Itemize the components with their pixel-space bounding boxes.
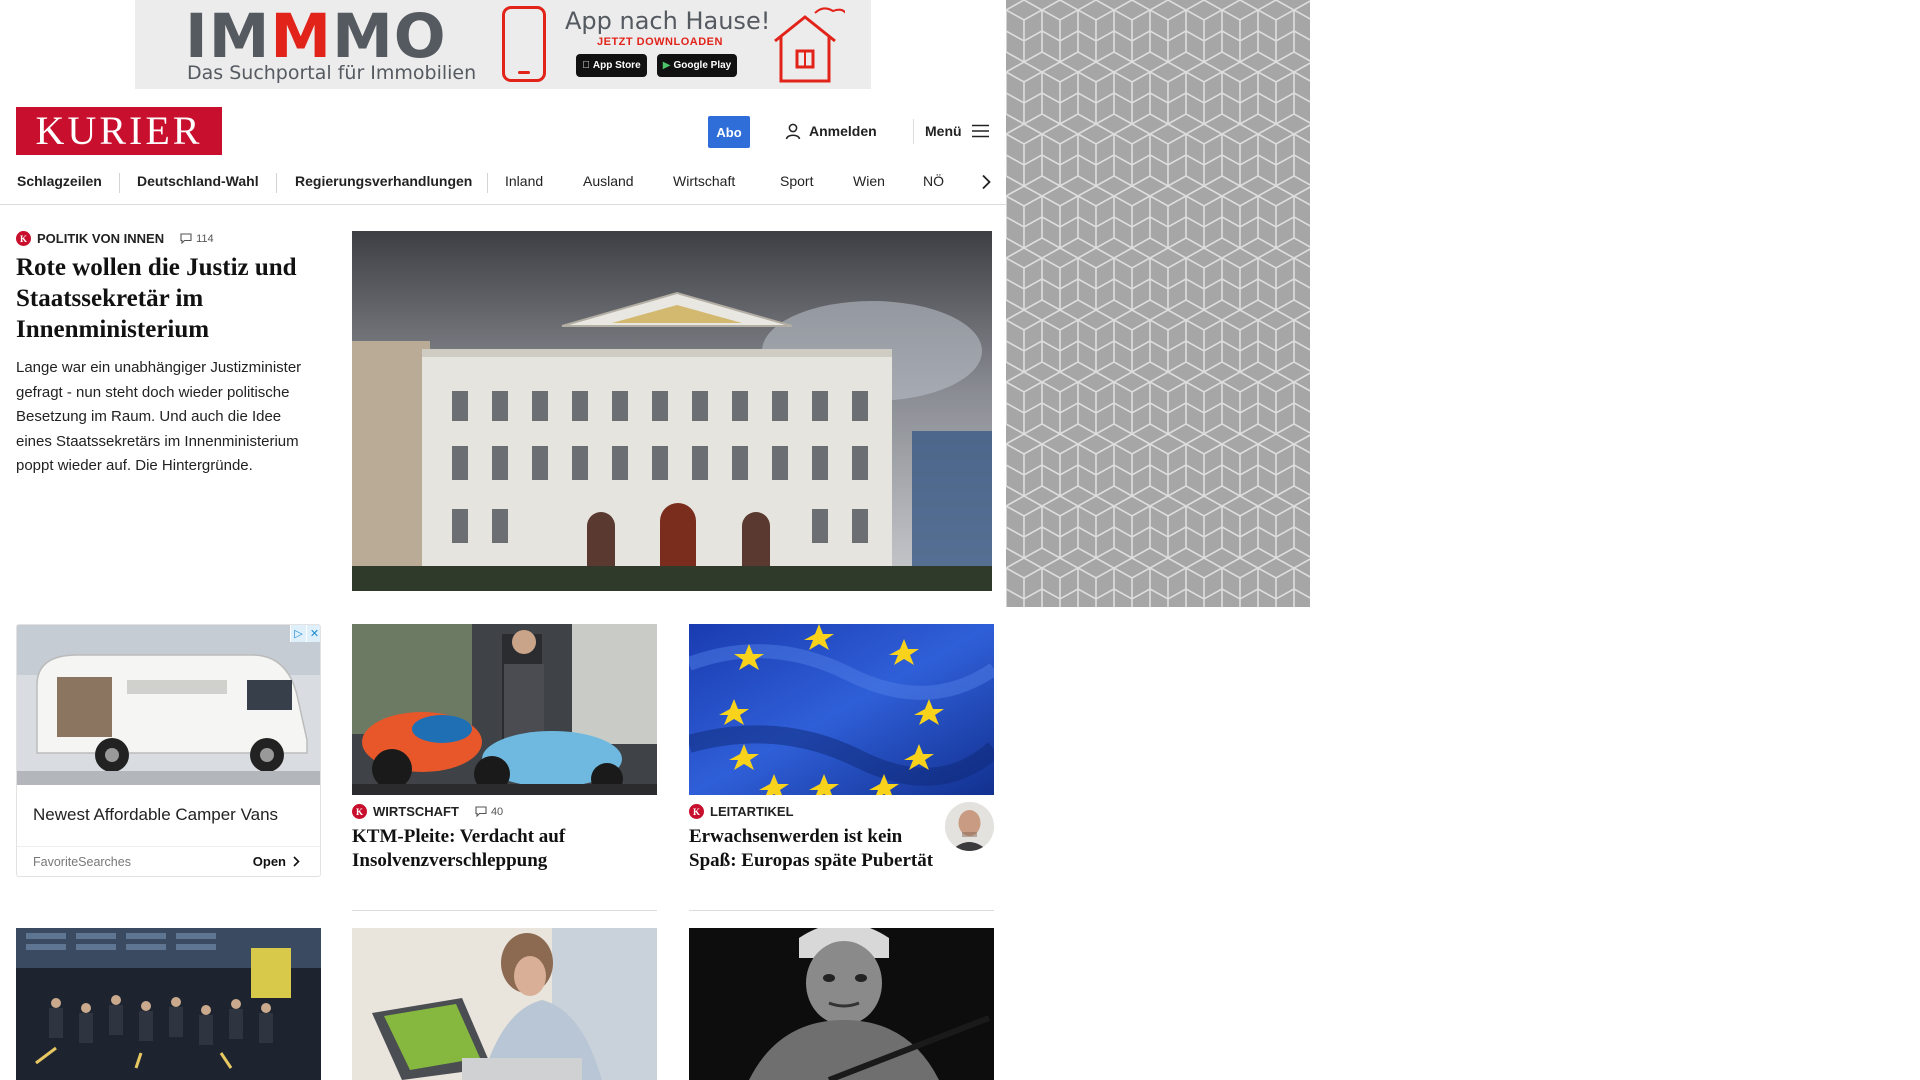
card-divider (352, 910, 657, 911)
nav-scroll-right-button[interactable] (975, 170, 997, 194)
native-ad-title[interactable]: Newest Affordable Camper Vans (33, 805, 278, 825)
nav-item-wirtschaft[interactable]: Wirtschaft (673, 173, 735, 189)
skyscraper-ad[interactable] (1006, 0, 1310, 607)
house-icon (774, 7, 845, 83)
nav-item-schlagzeilen[interactable]: Schlagzeilen (17, 173, 102, 189)
section-nav: Schlagzeilen Deutschland-Wahl Regierungs… (0, 162, 1006, 205)
ad-headline: App nach Hause! (565, 7, 771, 35)
leitartikel-headline[interactable]: Erwachsenwerden ist kein Spaß: Europas s… (689, 825, 939, 873)
leitartikel-kicker[interactable]: K LEITARTIKEL (689, 804, 794, 819)
author-avatar[interactable] (945, 802, 994, 851)
laptop-article-image[interactable] (352, 928, 657, 1080)
ad-tagline: Das Suchportal für Immobilien (187, 62, 477, 84)
abo-button[interactable]: Abo (708, 116, 750, 148)
comment-count[interactable]: 114 (180, 233, 214, 245)
nav-separator (487, 173, 488, 193)
close-icon[interactable]: ✕ (306, 625, 320, 642)
adchoices-badge[interactable]: ▷ ✕ (290, 625, 320, 642)
hamburger-icon (971, 124, 989, 138)
nav-item-regierungsverhandlungen[interactable]: Regierungsverhandlungen (295, 173, 472, 189)
play-icon: ▶ (662, 60, 671, 71)
nav-item-sport[interactable]: Sport (780, 173, 813, 189)
comment-icon (475, 806, 487, 817)
phone-icon (502, 6, 546, 82)
user-icon (785, 123, 801, 139)
adchoices-icon: ▷ (290, 625, 306, 642)
comment-count[interactable]: 40 (475, 806, 503, 818)
nav-item-wien[interactable]: Wien (853, 173, 885, 189)
native-ad-card[interactable]: ▷ ✕ Newest Affordable Camper Vans Favori… (16, 624, 321, 877)
nav-separator (276, 173, 277, 193)
kurier-k-icon: K (16, 231, 31, 246)
ad-cta: JETZT DOWNLOADEN (597, 36, 723, 48)
ktm-article-image[interactable] (352, 624, 657, 795)
immmo-logo: IMMMO (185, 1, 447, 72)
card-divider (689, 910, 994, 911)
ktm-kicker[interactable]: K WIRTSCHAFT 40 (352, 804, 503, 819)
top-banner-ad[interactable]: IMMMO Das Suchportal für Immobilien App … (135, 0, 871, 89)
app-store-badge[interactable]:  App Store (576, 54, 647, 77)
eu-flag-article-image[interactable] (689, 624, 994, 795)
login-button[interactable]: Anmelden (785, 120, 877, 142)
chevron-right-icon (293, 856, 300, 867)
camper-van-image: ▷ ✕ (17, 625, 320, 785)
nav-separator (119, 173, 120, 193)
menu-button[interactable]: Menü (925, 120, 989, 142)
lead-teaser: Lange war ein unabhängiger Justizministe… (16, 359, 302, 474)
nav-item-inland[interactable]: Inland (505, 173, 543, 189)
chevron-right-icon (982, 174, 991, 190)
portrait-article-image[interactable] (689, 928, 994, 1080)
airport-article-image[interactable] (16, 928, 321, 1080)
lead-kicker[interactable]: K POLITIK VON INNEN 114 (16, 231, 214, 246)
native-ad-source: FavoriteSearches (33, 855, 131, 869)
lead-headline[interactable]: Rote wollen die Justiz und Staatssekretä… (16, 252, 316, 345)
native-ad-open-button[interactable]: Open (253, 854, 300, 869)
nav-item-deutschland-wahl[interactable]: Deutschland-Wahl (137, 173, 259, 189)
ktm-headline[interactable]: KTM-Pleite: Verdacht auf Insolvenzversch… (352, 825, 642, 873)
ad-pattern (1006, 0, 1310, 607)
nav-item-ausland[interactable]: Ausland (583, 173, 634, 189)
nav-item-noe[interactable]: NÖ (923, 173, 944, 189)
header-divider (913, 119, 914, 144)
kurier-k-icon: K (352, 804, 367, 819)
kurier-logo[interactable]: KURIER (16, 107, 222, 155)
apple-icon:  (582, 60, 590, 71)
lead-image-palais[interactable] (352, 231, 992, 591)
kurier-k-icon: K (689, 804, 704, 819)
native-ad-footer: FavoriteSearches Open (17, 846, 320, 876)
google-play-badge[interactable]: ▶ Google Play (657, 54, 737, 77)
comment-icon (180, 233, 192, 244)
